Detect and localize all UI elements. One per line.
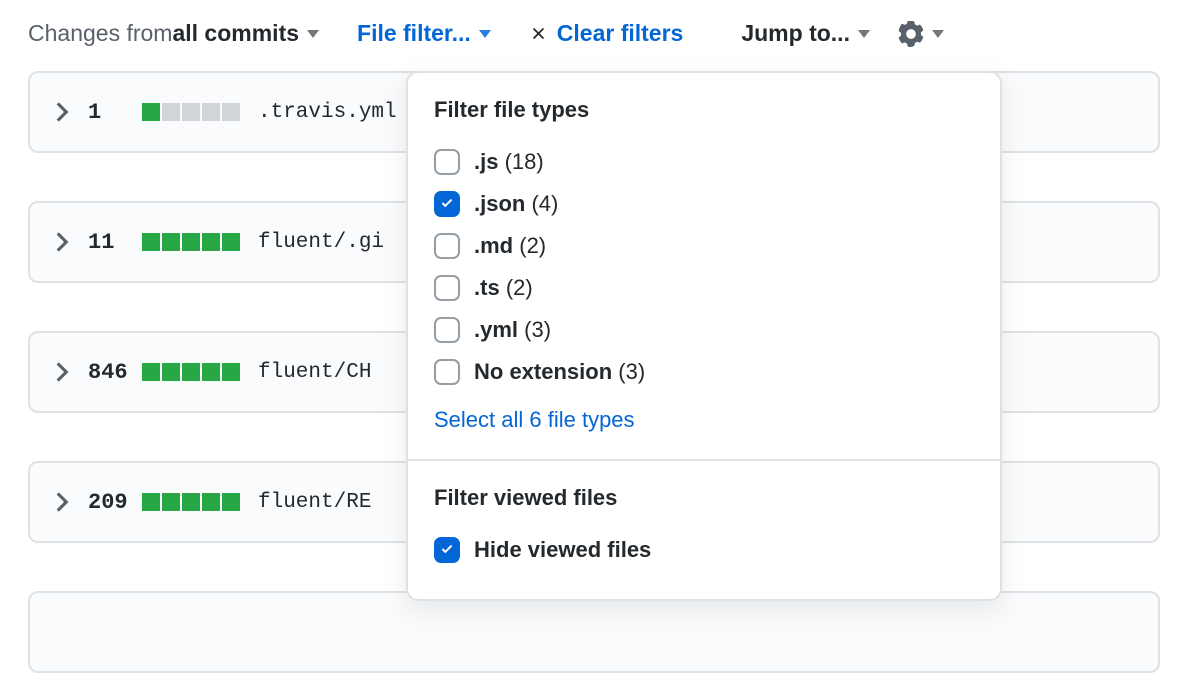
file-type-option-js[interactable]: .js (18): [434, 141, 974, 183]
checkbox-icon: [434, 275, 460, 301]
diff-toolbar: Changes from all commits File filter... …: [0, 0, 1188, 71]
checkbox-checked-icon: [434, 537, 460, 563]
caret-down-icon: [932, 30, 944, 38]
change-count: 846: [88, 360, 128, 385]
filter-types-header: Filter file types: [434, 97, 974, 123]
x-icon: [529, 24, 549, 44]
changes-from-dropdown[interactable]: Changes from all commits: [28, 20, 357, 47]
chevron-right-icon: [54, 232, 70, 252]
clear-filters-button[interactable]: Clear filters: [529, 20, 742, 47]
change-count: 11: [88, 230, 128, 255]
chevron-right-icon: [54, 102, 70, 122]
clear-filters-label: Clear filters: [557, 20, 684, 47]
file-path: fluent/RE: [258, 491, 371, 514]
file-filter-popover: Filter file types .js (18) .json (4) .md…: [406, 71, 1002, 601]
jump-to-dropdown[interactable]: Jump to...: [741, 20, 898, 47]
file-type-option-noext[interactable]: No extension (3): [434, 351, 974, 393]
change-count: 209: [88, 490, 128, 515]
filter-viewed-header: Filter viewed files: [434, 485, 974, 511]
file-path: fluent/CH: [258, 361, 371, 384]
file-type-ext: .ts: [474, 275, 500, 301]
hide-viewed-files-option[interactable]: Hide viewed files: [434, 529, 974, 571]
jump-to-label: Jump to...: [741, 20, 850, 47]
checkbox-checked-icon: [434, 191, 460, 217]
file-filter-dropdown[interactable]: File filter...: [357, 20, 529, 47]
diffstat-icon: [142, 233, 240, 251]
file-type-count: (3): [618, 359, 645, 385]
file-type-ext: .md: [474, 233, 513, 259]
file-path: fluent/.gi: [258, 231, 384, 254]
caret-down-icon: [307, 30, 319, 38]
chevron-right-icon: [54, 492, 70, 512]
filter-viewed-section: Filter viewed files Hide viewed files: [408, 461, 1000, 599]
file-filter-label: File filter...: [357, 20, 471, 47]
file-type-count: (2): [519, 233, 546, 259]
hide-viewed-label: Hide viewed files: [474, 537, 651, 563]
file-type-ext: No extension: [474, 359, 612, 385]
changes-from-prefix: Changes from: [28, 20, 172, 47]
caret-down-icon: [479, 30, 491, 38]
file-type-option-json[interactable]: .json (4): [434, 183, 974, 225]
file-type-count: (3): [524, 317, 551, 343]
file-type-count: (2): [506, 275, 533, 301]
file-type-count: (4): [531, 191, 558, 217]
checkbox-icon: [434, 233, 460, 259]
file-row[interactable]: [28, 591, 1160, 673]
file-type-ext: .js: [474, 149, 498, 175]
file-type-ext: .yml: [474, 317, 518, 343]
settings-dropdown[interactable]: [898, 21, 944, 47]
caret-down-icon: [858, 30, 870, 38]
change-count: 1: [88, 100, 128, 125]
chevron-right-icon: [54, 362, 70, 382]
file-type-count: (18): [505, 149, 544, 175]
file-type-option-yml[interactable]: .yml (3): [434, 309, 974, 351]
checkbox-icon: [434, 317, 460, 343]
filter-file-types-section: Filter file types .js (18) .json (4) .md…: [408, 73, 1000, 459]
file-type-option-ts[interactable]: .ts (2): [434, 267, 974, 309]
file-type-ext: .json: [474, 191, 525, 217]
gear-icon: [898, 21, 924, 47]
diffstat-icon: [142, 493, 240, 511]
checkbox-icon: [434, 149, 460, 175]
file-path: .travis.yml: [258, 101, 397, 124]
diffstat-icon: [142, 363, 240, 381]
file-type-option-md[interactable]: .md (2): [434, 225, 974, 267]
changes-scope: all commits: [172, 20, 299, 47]
diffstat-icon: [142, 103, 240, 121]
checkbox-icon: [434, 359, 460, 385]
select-all-file-types-link[interactable]: Select all 6 file types: [434, 393, 974, 443]
